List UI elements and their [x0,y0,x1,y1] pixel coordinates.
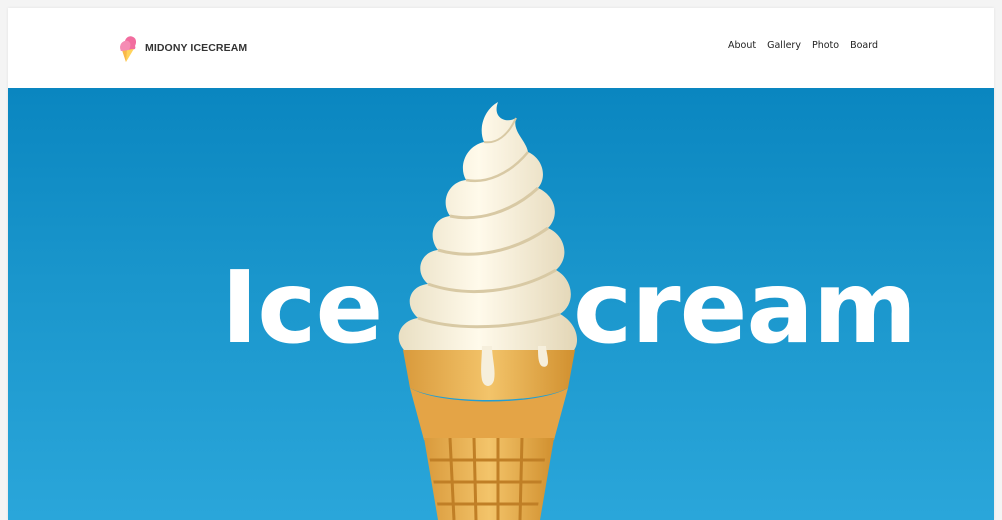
page-frame: MIDONY ICECREAM About Gallery Photo Boar… [8,8,994,520]
main-nav: About Gallery Photo Board [728,40,878,51]
nav-link-about[interactable]: About [728,40,756,51]
hero-title-cream: cream [573,249,917,366]
brand-name: MIDONY ICECREAM [145,42,248,54]
brand-link[interactable]: MIDONY ICECREAM [118,34,247,62]
nav-link-photo[interactable]: Photo [812,40,839,51]
site-header: MIDONY ICECREAM About Gallery Photo Boar… [8,8,994,88]
hero-section: Ice cream [8,88,994,520]
nav-link-board[interactable]: Board [850,40,878,51]
nav-link-gallery[interactable]: Gallery [767,40,801,51]
ice-cream-logo-icon [120,36,137,62]
hero-title-ice: Ice [221,249,383,366]
ice-cream-cone-image [398,102,578,520]
